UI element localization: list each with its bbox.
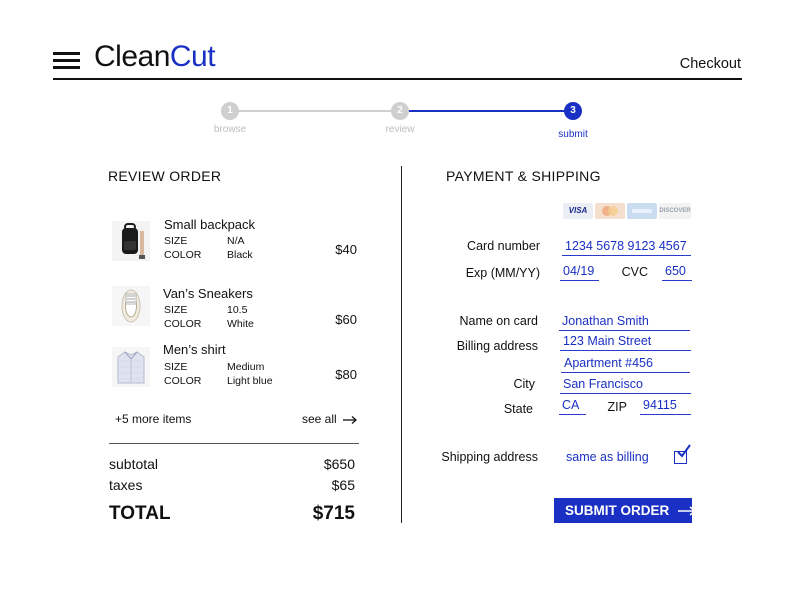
item-2-color: White [227, 318, 254, 330]
menu-icon[interactable] [53, 52, 80, 70]
state-label: State [503, 402, 533, 416]
cvc-field[interactable]: 650 [662, 264, 692, 281]
state-field[interactable]: CA [559, 398, 586, 415]
see-all-link[interactable]: see all [302, 412, 358, 426]
zip-label: ZIP [607, 400, 627, 414]
backpack-icon [112, 221, 150, 261]
name-on-card-label: Name on card [459, 314, 538, 328]
submit-order-label: SUBMIT ORDER [565, 503, 670, 518]
see-all-label: see all [302, 412, 337, 426]
shipping-address-label: Shipping address [441, 450, 538, 464]
name-on-card-field[interactable]: Jonathan Smith [559, 314, 690, 331]
logo[interactable]: CleanCut [94, 40, 216, 74]
item-1-color-label: COLOR [164, 249, 202, 261]
item-2-price: $60 [335, 312, 357, 327]
submit-order-button[interactable]: SUBMIT ORDER [554, 498, 697, 523]
item-3-name: Men’s shirt [163, 342, 226, 357]
step-3-label: submit [558, 129, 588, 140]
step-2-circle: 2 [391, 102, 409, 120]
item-3-color: Light blue [227, 375, 273, 387]
item-2-size: 10.5 [227, 304, 248, 316]
step-3-circle: 3 [564, 102, 582, 120]
arrow-right-icon [678, 506, 697, 517]
item-3-size-label: SIZE [164, 361, 188, 373]
item-1-color: Black [227, 249, 253, 261]
more-items-text: +5 more items [115, 412, 192, 426]
card-number-field[interactable]: 1234 5678 9123 4567 [562, 239, 691, 256]
logo-part-2: Cut [169, 40, 216, 73]
subtotal-value: $650 [323, 456, 355, 472]
visa-icon: VISA [563, 203, 593, 219]
item-2-name: Van’s Sneakers [163, 286, 253, 301]
item-3-size: Medium [227, 361, 265, 373]
subtotal-label: subtotal [109, 456, 159, 472]
billing-address-label: Billing address [456, 339, 538, 353]
payment-shipping-title: PAYMENT & SHIPPING [446, 168, 601, 184]
card-number-label: Card number [467, 239, 540, 253]
step-1-circle: 1 [221, 102, 239, 120]
total-label: TOTAL [109, 503, 171, 524]
item-1-name: Small backpack [164, 217, 256, 232]
item-3-color-label: COLOR [164, 375, 202, 387]
discover-icon: DISCOVER [659, 203, 691, 219]
shipping-same-as-billing: same as billing [566, 450, 649, 464]
taxes-label: taxes [109, 477, 143, 493]
item-1-size-label: SIZE [164, 235, 188, 247]
city-field[interactable]: San Francisco [560, 377, 691, 394]
step-1-label: browse [213, 124, 247, 135]
city-label: City [513, 377, 535, 391]
item-1-size: N/A [227, 235, 245, 247]
progress-line-done [230, 110, 400, 112]
arrow-right-icon [343, 415, 358, 424]
item-2-size-label: SIZE [164, 304, 188, 316]
step-2-label: review [385, 124, 415, 135]
amex-icon [627, 203, 657, 219]
checkout-link[interactable]: Checkout [660, 56, 741, 72]
zip-field[interactable]: 94115 [640, 398, 691, 415]
total-value: $715 [312, 503, 355, 524]
item-3-price: $80 [335, 367, 357, 382]
checkmark-icon [677, 444, 691, 458]
review-order-title: REVIEW ORDER [108, 168, 222, 184]
shirt-icon [112, 347, 150, 387]
exp-label: Exp (MM/YY) [465, 266, 540, 280]
taxes-value: $65 [331, 477, 355, 493]
item-1-price: $40 [335, 242, 357, 257]
progress-line-active [400, 110, 573, 112]
sneaker-icon [112, 286, 150, 326]
cvc-label: CVC [621, 265, 648, 279]
header-divider [53, 78, 742, 80]
billing-line2-field[interactable]: Apartment #456 [561, 356, 690, 373]
mastercard-icon [595, 203, 625, 219]
summary-divider [109, 443, 359, 444]
exp-field[interactable]: 04/19 [560, 264, 599, 281]
column-divider [401, 166, 402, 523]
billing-line1-field[interactable]: 123 Main Street [560, 334, 691, 351]
item-2-color-label: COLOR [164, 318, 202, 330]
logo-part-1: Clean [94, 40, 170, 73]
